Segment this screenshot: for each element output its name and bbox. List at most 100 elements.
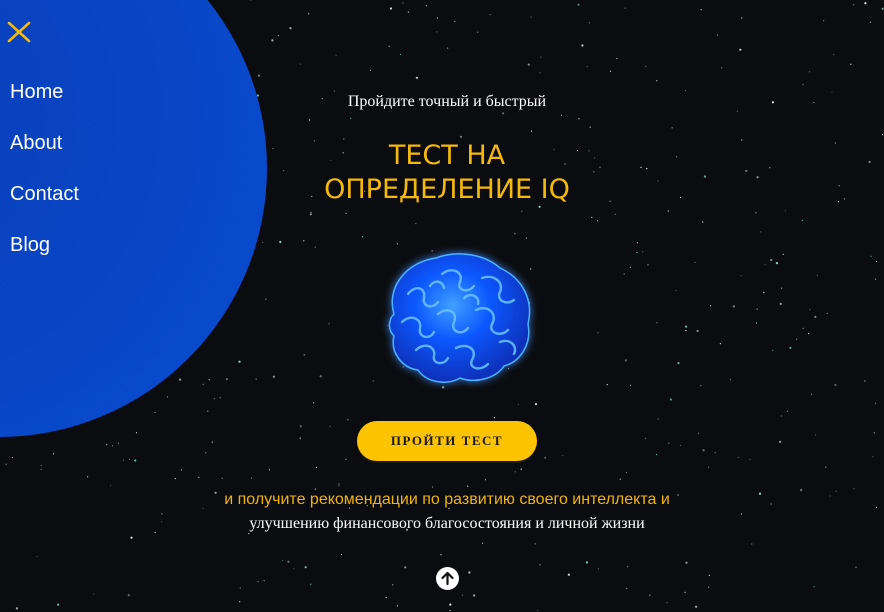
star: [11, 456, 13, 459]
star: [814, 315, 817, 318]
star: [436, 17, 438, 19]
star: [642, 251, 644, 253]
star: [882, 134, 884, 136]
star: [694, 261, 696, 263]
arrow-up-icon[interactable]: [436, 567, 459, 590]
star: [130, 536, 133, 539]
star: [789, 346, 792, 349]
star: [585, 561, 589, 564]
star: [537, 609, 539, 612]
star: [808, 71, 811, 73]
star: [784, 210, 786, 212]
star: [739, 48, 742, 51]
star: [407, 11, 409, 13]
star: [540, 56, 542, 58]
star: [685, 561, 688, 564]
star: [117, 442, 120, 444]
star: [262, 241, 264, 243]
star: [630, 384, 632, 386]
star: [749, 459, 751, 461]
star: [314, 246, 316, 248]
star: [782, 253, 784, 255]
star: [57, 603, 60, 606]
star: [329, 425, 331, 427]
star: [534, 543, 536, 545]
star: [802, 327, 804, 329]
star: [721, 67, 723, 69]
star: [657, 418, 659, 420]
star: [770, 258, 773, 262]
star: [649, 594, 651, 596]
star: [591, 216, 593, 218]
star: [655, 454, 658, 456]
star: [764, 264, 766, 266]
star: [850, 63, 852, 65]
star: [205, 452, 207, 454]
star: [221, 477, 223, 479]
star: [207, 410, 209, 412]
star: [656, 80, 658, 82]
star: [864, 380, 866, 382]
star: [399, 53, 402, 56]
star: [756, 308, 758, 310]
star: [647, 264, 649, 266]
star: [881, 7, 884, 10]
star: [489, 14, 491, 16]
star: [389, 7, 393, 10]
star: [350, 117, 352, 119]
star: [459, 135, 463, 138]
star: [589, 126, 591, 128]
star: [780, 415, 782, 417]
star: [875, 278, 877, 280]
star: [303, 354, 305, 356]
star: [388, 45, 390, 47]
star: [669, 398, 673, 401]
star: [581, 44, 584, 47]
star: [128, 458, 130, 460]
star: [309, 119, 311, 121]
star: [392, 584, 394, 586]
star: [539, 72, 541, 74]
star: [834, 383, 837, 387]
star: [619, 478, 621, 480]
star: [755, 212, 757, 214]
star: [562, 454, 564, 457]
star: [15, 607, 18, 610]
star: [755, 322, 758, 324]
star: [786, 410, 789, 412]
star: [853, 4, 855, 6]
star: [814, 434, 817, 436]
star: [179, 378, 182, 381]
star: [111, 445, 114, 447]
star: [813, 586, 815, 588]
star: [833, 54, 835, 56]
star: [732, 305, 736, 308]
star: [514, 233, 516, 235]
nav-item-blog[interactable]: Blog: [10, 232, 79, 283]
star: [225, 378, 228, 381]
star: [338, 485, 340, 487]
star: [473, 594, 476, 597]
star: [36, 555, 38, 558]
star: [606, 384, 608, 386]
star: [700, 385, 702, 387]
star: [614, 213, 616, 215]
star: [468, 571, 471, 574]
star: [586, 65, 588, 68]
star: [277, 35, 280, 37]
star: [578, 118, 580, 120]
star: [645, 65, 647, 67]
star: [708, 586, 710, 588]
star: [40, 468, 42, 470]
star: [656, 322, 658, 324]
star: [481, 542, 484, 544]
star: [248, 533, 250, 535]
star: [415, 76, 418, 79]
close-icon[interactable]: [6, 20, 32, 44]
start-test-button[interactable]: ПРОЙТИ ТЕСТ: [357, 421, 537, 461]
star: [816, 274, 818, 276]
star: [299, 63, 302, 65]
star: [636, 252, 638, 254]
star: [626, 587, 628, 590]
star: [719, 343, 722, 345]
